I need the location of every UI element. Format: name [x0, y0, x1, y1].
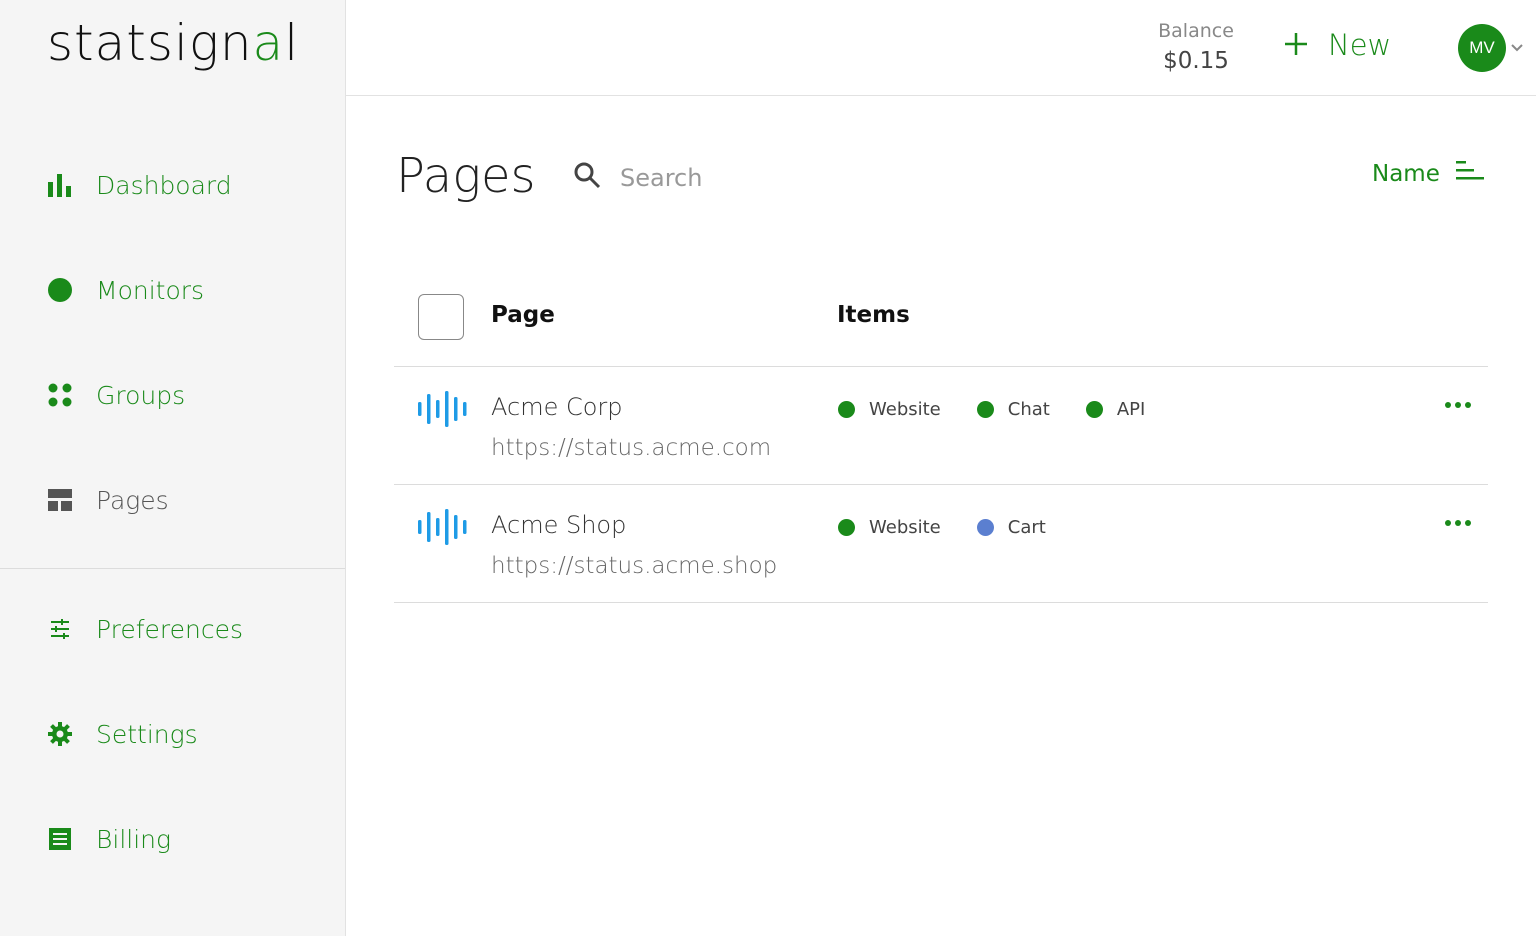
status-page-icon — [418, 391, 468, 432]
page-title: Pages — [396, 148, 536, 204]
item-badge: Website — [838, 399, 941, 420]
chevron-down-icon[interactable] — [1510, 40, 1524, 58]
search-bar — [572, 160, 922, 195]
sort-label: Name — [1372, 160, 1440, 187]
avatar[interactable]: MV — [1458, 24, 1506, 72]
item-badge: Website — [838, 517, 941, 538]
balance: Balance $0.15 — [1158, 20, 1234, 74]
page-items: Website Chat API — [838, 399, 1181, 420]
layout-icon — [47, 487, 73, 513]
sidebar: statsignal Dashboard Monitors Groups Pag… — [0, 0, 346, 936]
column-header-page[interactable]: Page — [491, 302, 555, 328]
sidebar-item-label: Groups — [96, 380, 186, 410]
status-dot-icon — [976, 519, 994, 536]
sidebar-item-label: Monitors — [96, 275, 205, 305]
sidebar-item-label: Billing — [96, 824, 171, 854]
balance-value: $0.15 — [1163, 48, 1229, 74]
status-dot-icon — [1085, 401, 1103, 418]
select-all-checkbox[interactable] — [418, 294, 464, 340]
sidebar-divider — [0, 568, 345, 569]
status-dot-icon — [976, 401, 994, 418]
logo-text-1: statsign — [47, 14, 253, 72]
sidebar-item-groups[interactable]: Groups — [47, 375, 185, 415]
table-header: Page Items — [394, 270, 1488, 367]
item-badge: API — [1085, 399, 1146, 420]
page-name[interactable]: Acme Corp — [491, 393, 623, 421]
item-label: Website — [869, 399, 941, 420]
sidebar-item-dashboard[interactable]: Dashboard — [47, 165, 232, 205]
sort-control[interactable]: Name — [1372, 160, 1484, 187]
page-items: Website Cart — [838, 517, 1082, 538]
sidebar-item-label: Preferences — [96, 614, 244, 644]
new-button[interactable]: New — [1284, 28, 1391, 62]
gear-icon — [47, 721, 73, 747]
page-url: https://status.acme.com — [491, 435, 772, 461]
receipt-icon — [47, 826, 73, 852]
item-badge: Chat — [976, 399, 1050, 420]
sidebar-item-label: Pages — [96, 485, 169, 515]
status-page-icon — [418, 509, 468, 550]
top-bar: Balance $0.15 New MV — [346, 0, 1536, 96]
plus-icon — [1284, 28, 1308, 62]
table-row[interactable]: Acme Corp https://status.acme.com Websit… — [394, 367, 1488, 485]
new-button-label: New — [1328, 28, 1392, 62]
status-dot-icon — [838, 519, 855, 536]
dots-grid-icon — [47, 382, 73, 408]
page-name[interactable]: Acme Shop — [491, 511, 626, 539]
item-label: Cart — [1007, 517, 1046, 538]
column-header-items: Items — [837, 302, 910, 328]
pages-table: Page Items Acme Corp https://status.acme… — [394, 270, 1488, 603]
item-label: Chat — [1007, 399, 1050, 420]
sliders-icon — [47, 616, 73, 642]
logo-text-accent: a — [252, 14, 285, 72]
page-url: https://status.acme.shop — [491, 553, 778, 579]
logo[interactable]: statsignal — [47, 14, 299, 72]
sidebar-item-monitors[interactable]: Monitors — [47, 270, 204, 310]
sidebar-item-label: Dashboard — [96, 170, 232, 200]
circle-icon — [47, 277, 73, 303]
item-label: Website — [869, 517, 941, 538]
more-options-icon[interactable] — [1444, 397, 1472, 415]
item-label: API — [1116, 399, 1146, 420]
sidebar-item-billing[interactable]: Billing — [47, 819, 171, 859]
status-dot-icon — [838, 401, 855, 418]
search-input[interactable] — [618, 162, 922, 193]
logo-text-2: l — [284, 14, 300, 72]
more-options-icon[interactable] — [1444, 515, 1472, 533]
search-icon[interactable] — [572, 160, 602, 195]
table-row[interactable]: Acme Shop https://status.acme.shop Websi… — [394, 485, 1488, 603]
balance-label: Balance — [1158, 20, 1234, 42]
bar-chart-icon — [47, 172, 73, 198]
sort-icon — [1455, 160, 1484, 187]
sidebar-item-pages[interactable]: Pages — [47, 480, 169, 520]
sidebar-item-settings[interactable]: Settings — [47, 714, 198, 754]
sidebar-item-label: Settings — [96, 719, 198, 749]
item-badge: Cart — [976, 517, 1046, 538]
sidebar-item-preferences[interactable]: Preferences — [47, 609, 243, 649]
